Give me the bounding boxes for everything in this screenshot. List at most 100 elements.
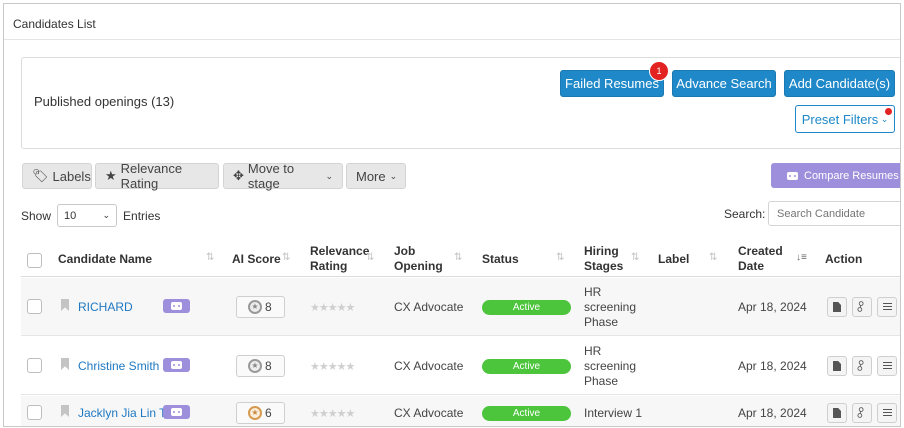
column-label[interactable]: Label [658,252,689,267]
document-button[interactable] [827,403,847,423]
chevron-down-icon: ⌄ [325,170,333,181]
link-button[interactable]: ☍ [852,403,872,423]
entries-select[interactable]: 10 ⌄ [57,204,118,227]
select-all-checkbox[interactable] [27,253,42,268]
column-label-line: Date [738,259,765,273]
link-icon: ☍ [853,404,870,421]
candidate-name-link[interactable]: Jacklyn Jia Lin T... [78,406,175,420]
relevance-rating-button[interactable]: ★ Relevance Rating [95,161,219,191]
table-row: Christine Smith ★ 8 ★★★★★ CX Advocate Ac… [21,337,900,395]
row-actions: ☍ [827,297,897,317]
sort-desc-icon[interactable]: ↓≡ [796,252,807,263]
status-badge: Active [482,300,571,315]
more-button[interactable]: More ⌄ [346,163,406,189]
link-button[interactable]: ☍ [852,356,872,376]
bookmark-icon[interactable] [61,405,69,417]
created-date: Apr 18, 2024 [738,406,807,420]
ai-score-value: 8 [265,300,272,314]
sort-icon[interactable]: ⇅ [556,252,564,263]
move-to-stage-label: Move to stage [247,161,295,191]
column-label-line: Job [394,244,416,258]
add-candidate-button[interactable]: Add Candidate(s) [784,70,895,97]
show-label: Show [21,208,52,223]
stage-line: HR [584,344,602,358]
candidates-page: Candidates List Published openings (13) … [3,3,901,427]
sort-icon[interactable]: ⇅ [631,252,639,263]
row-actions: ☍ [827,403,897,423]
stage-line: HR [584,285,602,299]
created-date: Apr 18, 2024 [738,359,807,373]
robot-icon[interactable] [163,358,190,372]
show-entries: Show 10 ⌄ Entries [21,204,160,227]
advance-search-label: Advance Search [676,76,772,91]
status-badge: Active [482,359,571,374]
column-relevance-rating[interactable]: Relevance Rating [310,244,369,274]
add-candidate-label: Add Candidate(s) [788,76,891,91]
stage-line: Interview 1 [584,406,643,420]
list-button[interactable] [877,356,897,376]
chevron-down-icon: ⌄ [102,210,111,220]
relevance-stars[interactable]: ★★★★★ [310,301,355,314]
compare-resumes-label: Compare Resumes [804,169,899,182]
column-job-opening[interactable]: Job Opening [394,244,443,274]
sort-icon[interactable]: ⇅ [366,252,374,263]
relevance-stars[interactable]: ★★★★★ [310,360,355,373]
robot-icon [787,171,798,180]
column-created-date[interactable]: Created Date [738,244,783,274]
move-to-stage-button[interactable]: ✥ Move to stage ⌄ [223,161,343,191]
search-input[interactable] [768,201,900,226]
created-date: Apr 18, 2024 [738,300,807,314]
column-label-line: Rating [310,259,348,273]
sort-icon[interactable]: ⇅ [206,252,214,263]
table-header: Candidate Name ⇅ AI Score ⇅ Relevance Ra… [21,237,900,277]
failed-resumes-badge: 1 [649,61,669,81]
advance-search-button[interactable]: Advance Search [672,70,776,97]
link-button[interactable]: ☍ [852,297,872,317]
column-ai-score[interactable]: AI Score [232,252,281,267]
column-label-line: Hiring [584,244,619,258]
column-status[interactable]: Status [482,252,519,267]
document-button[interactable] [827,297,847,317]
document-icon [833,302,841,312]
stage-line: Phase [584,315,619,329]
sort-icon[interactable]: ⇅ [282,252,290,263]
list-button[interactable] [877,297,897,317]
entries-label: Entries [123,208,161,223]
sort-icon[interactable]: ⇅ [454,252,462,263]
candidate-name-link[interactable]: RICHARD [78,300,133,314]
bookmark-icon[interactable] [61,358,69,370]
job-opening: CX Advocate [394,359,464,373]
row-actions: ☍ [827,356,897,376]
column-candidate-name[interactable]: Candidate Name [58,252,152,267]
list-button[interactable] [877,403,897,423]
medal-icon: ★ [248,359,262,373]
column-hiring-stages[interactable]: Hiring Stages [584,244,623,274]
link-icon: ☍ [853,357,870,374]
robot-icon[interactable] [163,405,190,419]
list-icon [882,303,892,311]
column-action: Action [825,252,863,266]
labels-button[interactable]: 🏷︎ Labels [22,163,92,189]
chevron-down-icon: ⌄ [389,170,398,181]
failed-resumes-label: Failed Resumes [565,76,659,91]
preset-filters-label: Preset Filters [801,111,879,127]
sort-icon[interactable]: ⇅ [709,252,717,263]
failed-resumes-button[interactable]: Failed Resumes [560,70,664,97]
candidate-name-link[interactable]: Christine Smith [78,359,159,373]
row-checkbox[interactable] [27,405,42,420]
preset-filters-button[interactable]: Preset Filters ⌄ [795,105,895,133]
document-button[interactable] [827,356,847,376]
ai-score-box[interactable]: ★ 6 [236,402,285,424]
compare-resumes-button[interactable]: Compare Resumes [771,163,900,188]
bookmark-icon[interactable] [61,299,69,311]
row-checkbox[interactable] [27,358,42,373]
table-row: RICHARD ★ 8 ★★★★★ CX Advocate Active HR … [21,278,900,336]
row-checkbox[interactable] [27,299,42,314]
relevance-stars[interactable]: ★★★★★ [310,407,355,420]
robot-icon[interactable] [163,299,190,313]
list-icon [882,409,892,417]
document-icon [833,361,841,371]
ai-score-box[interactable]: ★ 8 [236,355,285,377]
search-label: Search: [724,207,766,221]
ai-score-box[interactable]: ★ 8 [236,296,285,318]
